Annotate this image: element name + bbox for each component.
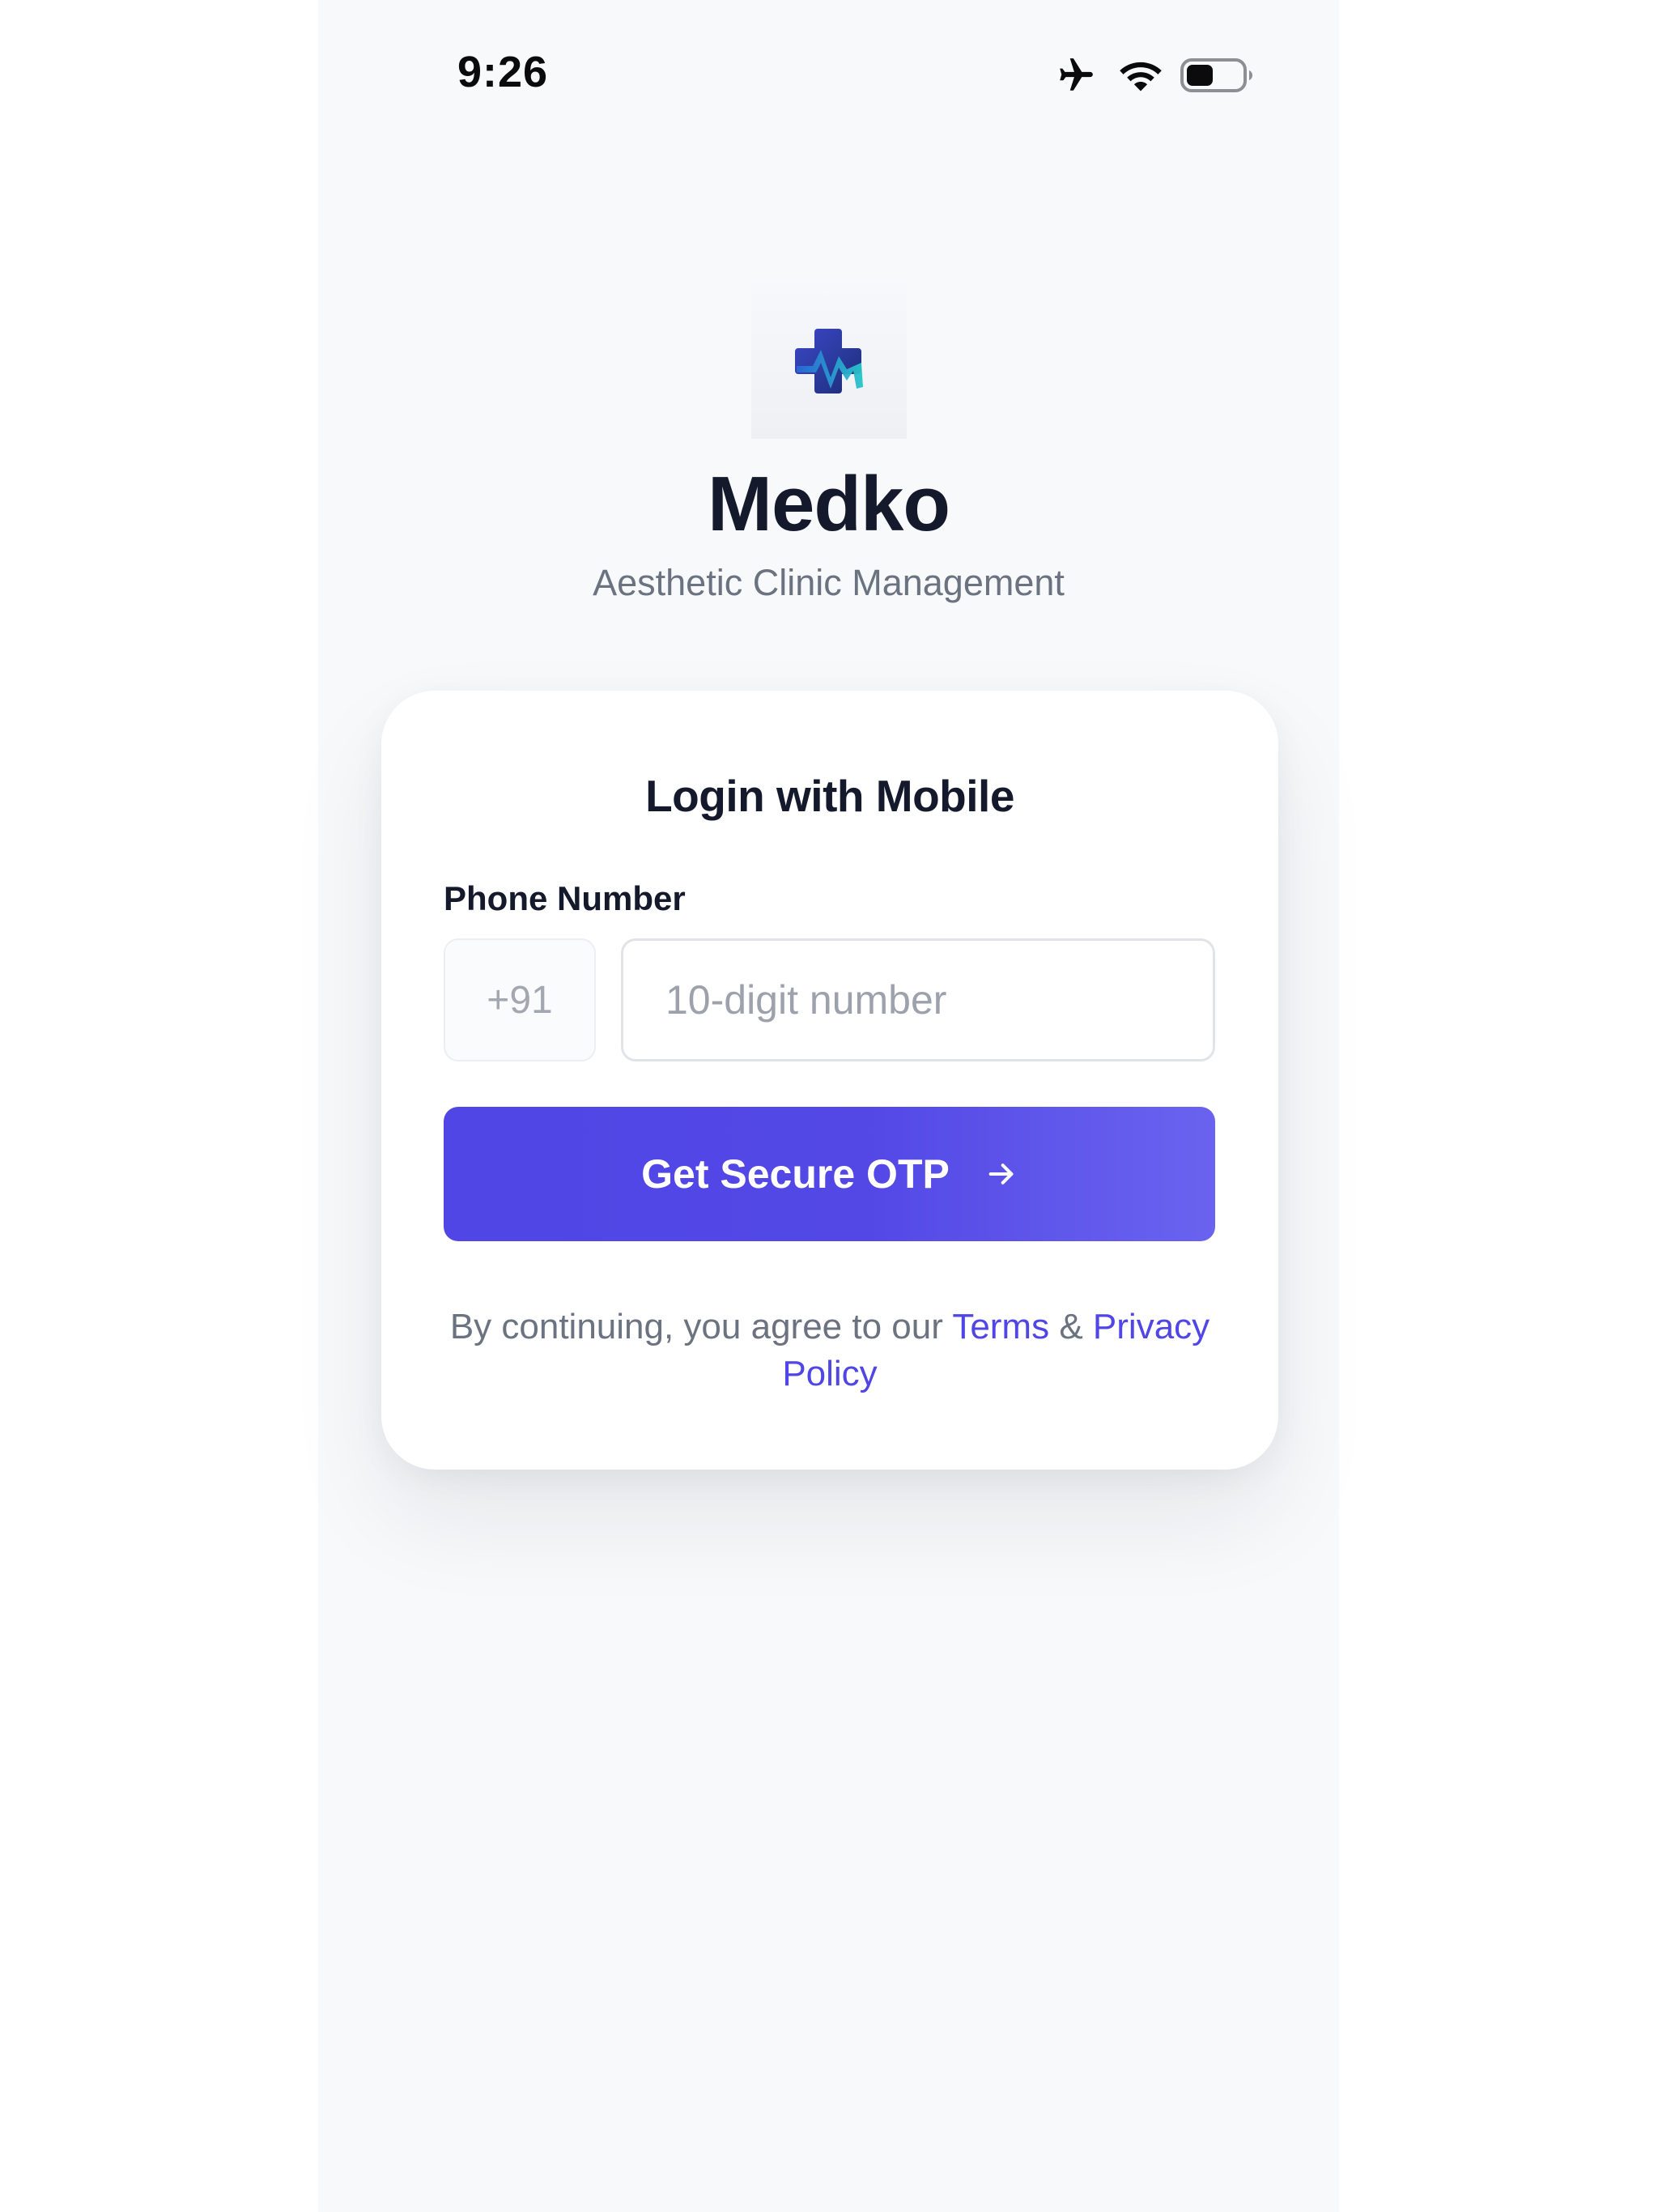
legal-notice: By continuing, you agree to our Terms & … [430, 1304, 1230, 1397]
arrow-right-icon [988, 1163, 1014, 1185]
card-title: Login with Mobile [645, 771, 1014, 821]
app-logo [751, 283, 907, 439]
app-screen: 9:26 Medko Aesthetic Clinic Management L… [318, 0, 1339, 2212]
phone-number-input[interactable] [621, 938, 1215, 1061]
app-tagline: Aesthetic Clinic Management [593, 562, 1065, 603]
legal-prefix: By continuing, you agree to our [449, 1307, 943, 1346]
medical-cross-logo [795, 329, 863, 393]
get-otp-button[interactable]: Get Secure OTP [444, 1107, 1215, 1241]
airplane-icon [1060, 58, 1093, 91]
get-otp-button-label: Get Secure OTP [641, 1151, 950, 1197]
terms-link[interactable]: Terms [952, 1307, 1049, 1346]
phone-number-label: Phone Number [444, 879, 686, 917]
country-code-field: +91 [444, 938, 596, 1061]
app-name: Medko [707, 461, 950, 547]
login-card: Login with Mobile Phone Number +91 Get S… [381, 691, 1278, 1470]
country-code-text: +91 [487, 978, 553, 1022]
wifi-icon [1120, 62, 1162, 91]
legal-and: & [1059, 1307, 1083, 1346]
battery-icon [1180, 58, 1252, 92]
status-time: 9:26 [457, 48, 549, 96]
